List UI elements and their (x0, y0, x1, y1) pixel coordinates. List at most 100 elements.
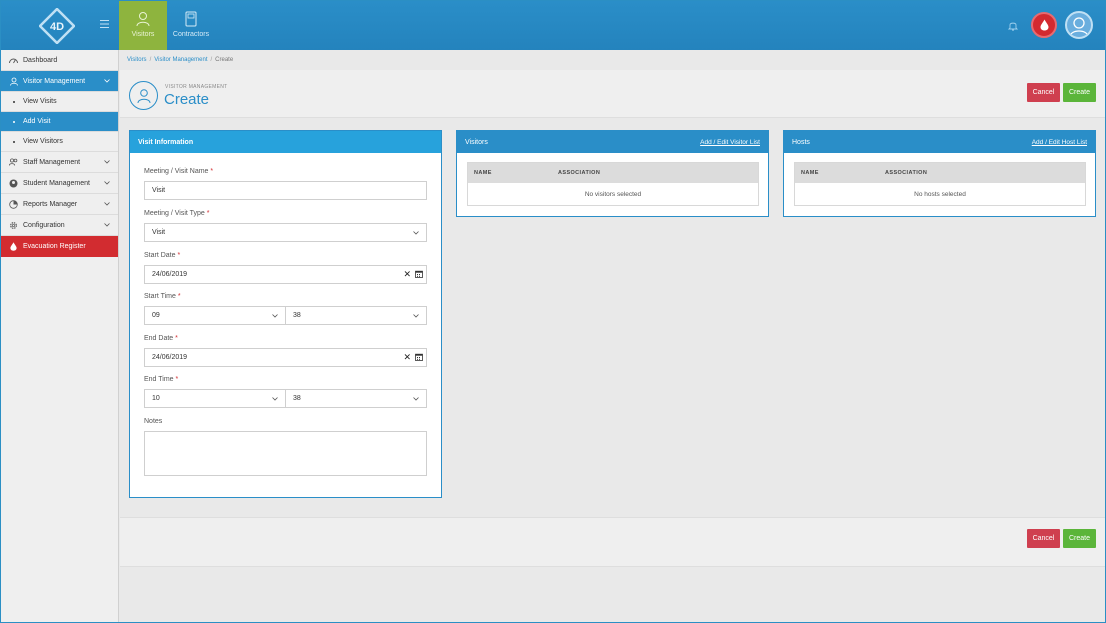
calendar-icon[interactable] (415, 353, 423, 363)
dashboard-icon (9, 56, 18, 65)
required-marker: * (206, 210, 210, 217)
create-button[interactable]: Create (1063, 83, 1096, 102)
start-minute-select[interactable]: 38 (285, 306, 427, 325)
student-icon (9, 179, 18, 188)
sidebar-item-label: View Visits (23, 98, 57, 105)
bell-icon[interactable] (1003, 15, 1023, 35)
empty-state: No visitors selected (584, 190, 642, 198)
report-icon (9, 199, 18, 209)
cancel-button[interactable]: Cancel (1027, 529, 1060, 548)
tab-visitors[interactable]: Visitors (119, 1, 167, 50)
sidebar-item-label: View Visitors (23, 138, 63, 145)
column-header-association: ASSOCIATION (558, 170, 601, 176)
panel-title: Hosts (792, 138, 810, 146)
visit-name-label: Meeting / Visit Name * (144, 168, 213, 175)
hosts-table: NAME ASSOCIATION No hosts selected (794, 162, 1086, 206)
sidebar-item-label: Visitor Management (23, 77, 86, 85)
sidebar-item-label: Add Visit (23, 118, 51, 125)
page-header: VISITOR MANAGEMENT Create Cancel Create (120, 70, 1105, 118)
brand-logo[interactable]: 4D (38, 7, 76, 45)
sidebar-item-view-visitors[interactable]: View Visitors (1, 132, 118, 152)
drop-icon (1040, 19, 1048, 31)
sidebar-item-label: Staff Management (23, 158, 81, 166)
column-header-name: NAME (801, 170, 819, 176)
clear-icon[interactable]: ✕ (403, 352, 411, 363)
person-icon (129, 81, 158, 110)
sidebar-item-configuration[interactable]: Configuration (1, 215, 118, 236)
end-time-label: End Time * (144, 376, 178, 383)
column-header-association: ASSOCIATION (885, 170, 928, 176)
bullet-icon (13, 120, 15, 123)
user-icon (1069, 17, 1089, 37)
edit-visitor-list-link[interactable]: Add / Edit Visitor List (700, 139, 760, 146)
required-marker: * (210, 168, 214, 175)
select-value: 10 (152, 395, 160, 402)
table-header: NAME ASSOCIATION (468, 163, 758, 183)
sidebar-item-evacuation-register[interactable]: Evacuation Register (1, 236, 118, 257)
end-minute-select[interactable]: 38 (285, 389, 427, 408)
bullet-icon (13, 100, 15, 103)
visit-type-select[interactable]: Visit (144, 223, 427, 242)
label-text: Meeting / Visit Type (144, 210, 205, 217)
breadcrumb-separator: / (210, 57, 213, 63)
user-avatar[interactable] (1065, 11, 1093, 39)
sidebar-item-visitor-management[interactable]: Visitor Management (1, 71, 118, 92)
breadcrumb: Visitors / Visitor Management / Create (127, 57, 233, 63)
label-text: Start Time (144, 293, 176, 300)
top-right-controls (1003, 11, 1093, 39)
visit-name-input[interactable]: Visit (144, 181, 427, 200)
sidebar-item-label: Student Management (23, 179, 90, 187)
select-value: 38 (293, 312, 301, 319)
notes-textarea[interactable] (144, 431, 427, 476)
document-icon (185, 11, 197, 27)
top-bar: 4D Visitors Contractors (1, 1, 1105, 50)
hamburger-menu-icon[interactable] (100, 20, 110, 30)
tab-label: Contractors (172, 31, 210, 38)
column-header-name: NAME (474, 170, 492, 176)
sidebar-item-view-visits[interactable]: View Visits (1, 92, 118, 112)
create-button[interactable]: Create (1063, 529, 1096, 548)
input-value: 24/06/2019 (152, 271, 188, 278)
group-icon (9, 158, 18, 167)
app-frame: 4D Visitors Contractors Dashboard Visito… (0, 0, 1106, 623)
tab-label: Visitors (131, 31, 155, 38)
evacuation-alert-button[interactable] (1031, 12, 1057, 38)
clear-icon[interactable]: ✕ (403, 269, 411, 280)
visit-information-panel: Visit Information Meeting / Visit Name *… (129, 130, 442, 498)
start-date-label: Start Date * (144, 252, 180, 259)
tab-contractors[interactable]: Contractors (167, 1, 215, 50)
breadcrumb-current: Create (215, 57, 234, 63)
start-hour-select[interactable]: 09 (144, 306, 286, 325)
required-marker: * (175, 335, 178, 342)
input-value: Visit (152, 187, 166, 194)
chevron-down-icon (104, 201, 110, 208)
sidebar-item-staff-management[interactable]: Staff Management (1, 152, 118, 173)
sidebar-item-reports-manager[interactable]: Reports Manager (1, 194, 118, 215)
chevron-down-icon (413, 313, 419, 320)
chevron-down-icon (272, 313, 278, 320)
person-icon (136, 12, 150, 27)
cancel-button[interactable]: Cancel (1027, 83, 1060, 102)
chevron-down-icon (104, 222, 110, 229)
sidebar: Dashboard Visitor Management View Visits… (1, 50, 119, 622)
start-time-label: Start Time * (144, 293, 181, 300)
drop-icon (9, 242, 18, 251)
sidebar-item-add-visit[interactable]: Add Visit (1, 112, 118, 132)
required-marker: * (177, 252, 181, 259)
breadcrumb-separator: / (149, 57, 152, 63)
start-date-input[interactable]: 24/06/2019 ✕ (144, 265, 427, 284)
breadcrumb-link-visitor-management[interactable]: Visitor Management (154, 57, 207, 63)
visitors-panel: Visitors Add / Edit Visitor List NAME AS… (456, 130, 769, 217)
notes-label: Notes (144, 418, 163, 425)
chevron-down-icon (104, 159, 110, 166)
hosts-panel: Hosts Add / Edit Host List NAME ASSOCIAT… (783, 130, 1096, 217)
end-date-input[interactable]: 24/06/2019 ✕ (144, 348, 427, 367)
sidebar-item-student-management[interactable]: Student Management (1, 173, 118, 194)
end-hour-select[interactable]: 10 (144, 389, 286, 408)
select-value: 38 (293, 395, 301, 402)
calendar-icon[interactable] (415, 270, 423, 280)
sidebar-item-dashboard[interactable]: Dashboard (1, 50, 118, 71)
edit-host-list-link[interactable]: Add / Edit Host List (1032, 139, 1087, 146)
breadcrumb-link-visitors[interactable]: Visitors (127, 57, 147, 63)
select-value: Visit (152, 229, 166, 236)
